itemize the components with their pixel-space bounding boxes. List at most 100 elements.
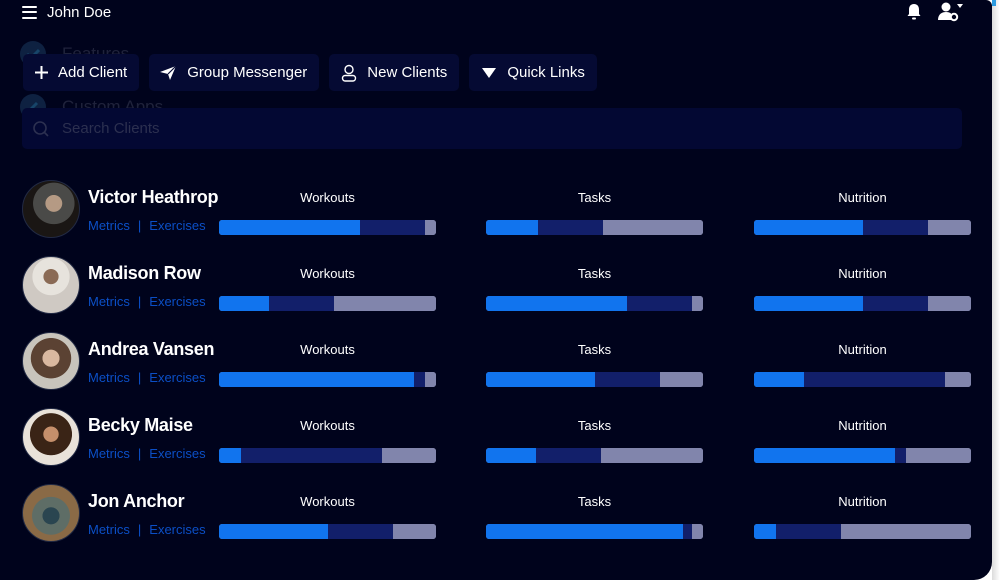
client-name[interactable]: Madison Row	[88, 263, 201, 284]
tasks-in-progress-segment	[683, 524, 693, 539]
nutrition-done-segment	[754, 296, 863, 311]
workouts-remaining-segment	[334, 296, 436, 311]
avatar[interactable]	[22, 408, 80, 466]
workouts-progress-bar	[219, 220, 436, 235]
nutrition-metric: Nutrition	[754, 266, 971, 311]
metrics-link[interactable]: Metrics	[88, 294, 130, 309]
nutrition-remaining-segment	[944, 372, 971, 387]
nutrition-done-segment	[754, 448, 896, 463]
exercises-link[interactable]: Exercises	[149, 218, 205, 233]
send-icon	[160, 65, 177, 80]
bell-icon[interactable]	[906, 3, 922, 21]
tasks-done-segment	[486, 524, 684, 539]
workouts-progress-bar	[219, 524, 436, 539]
group-messenger-button[interactable]: Group Messenger	[149, 54, 320, 91]
nutrition-in-progress-segment	[862, 220, 928, 235]
tasks-label: Tasks	[577, 342, 612, 357]
workouts-label: Workouts	[300, 342, 355, 357]
workouts-progress-bar	[219, 448, 436, 463]
avatar[interactable]	[22, 180, 80, 238]
tasks-in-progress-segment	[538, 220, 604, 235]
tasks-progress-bar	[486, 448, 703, 463]
tasks-metric: Tasks	[486, 342, 703, 387]
client-row: Jon Anchor Metrics | Exercises Workouts Ta…	[22, 482, 972, 558]
metrics-link[interactable]: Metrics	[88, 446, 130, 461]
client-row: Andrea Vansen Metrics | Exercises Workouts…	[22, 330, 972, 406]
quick-links-label: Quick Links	[507, 64, 585, 81]
user-name: John Doe	[47, 3, 112, 21]
tasks-in-progress-segment	[594, 372, 660, 387]
nutrition-done-segment	[754, 524, 776, 539]
tasks-label: Tasks	[577, 494, 612, 509]
tasks-label: Tasks	[577, 418, 612, 433]
nutrition-remaining-segment	[840, 524, 971, 539]
metrics-link[interactable]: Metrics	[88, 522, 130, 537]
add-client-button[interactable]: Add Client	[23, 54, 140, 91]
tasks-remaining-segment	[601, 448, 703, 463]
nutrition-label: Nutrition	[838, 266, 887, 281]
exercises-link[interactable]: Exercises	[149, 294, 205, 309]
avatar[interactable]	[22, 256, 80, 314]
tasks-remaining-segment	[659, 372, 703, 387]
client-row: Becky Maise Metrics | Exercises Workouts T…	[22, 406, 972, 482]
nutrition-progress-bar	[754, 448, 971, 463]
nutrition-label: Nutrition	[838, 190, 887, 205]
metrics-link[interactable]: Metrics	[88, 370, 130, 385]
tasks-progress-bar	[486, 372, 703, 387]
client-name[interactable]: Victor Heathrop	[88, 187, 219, 208]
tasks-done-segment	[486, 448, 536, 463]
link-separator: |	[137, 218, 142, 233]
metrics-link[interactable]: Metrics	[88, 218, 130, 233]
client-links: Metrics | Exercises	[88, 446, 206, 461]
avatar[interactable]	[22, 484, 80, 542]
workouts-metric: Workouts	[219, 494, 436, 539]
exercises-link[interactable]: Exercises	[149, 370, 205, 385]
client-name[interactable]: Andrea Vansen	[88, 339, 214, 360]
workouts-remaining-segment	[381, 448, 436, 463]
client-list: Victor Heathrop Metrics | Exercises Workou…	[22, 178, 972, 558]
workouts-in-progress-segment	[240, 448, 382, 463]
workouts-in-progress-segment	[268, 296, 334, 311]
nutrition-metric: Nutrition	[754, 418, 971, 463]
new-clients-button[interactable]: New Clients	[329, 54, 460, 91]
client-row: Victor Heathrop Metrics | Exercises Workou…	[22, 178, 972, 254]
nutrition-label: Nutrition	[838, 342, 887, 357]
quick-links-button[interactable]: Quick Links	[469, 54, 597, 91]
add-client-label: Add Client	[58, 64, 128, 81]
hamburger-menu-icon[interactable]	[22, 5, 37, 19]
avatar[interactable]	[22, 332, 80, 390]
link-separator: |	[137, 522, 142, 537]
nutrition-remaining-segment	[905, 448, 971, 463]
nutrition-label: Nutrition	[838, 418, 887, 433]
nutrition-progress-bar	[754, 296, 971, 311]
client-links: Metrics | Exercises	[88, 370, 206, 385]
exercises-link[interactable]: Exercises	[149, 446, 205, 461]
nutrition-remaining-segment	[927, 220, 971, 235]
workouts-remaining-segment	[392, 524, 436, 539]
user-settings-icon[interactable]	[938, 2, 964, 22]
workouts-metric: Workouts	[219, 266, 436, 311]
workouts-done-segment	[219, 220, 361, 235]
tasks-done-segment	[486, 220, 539, 235]
client-name[interactable]: Jon Anchor	[88, 491, 185, 512]
tasks-metric: Tasks	[486, 418, 703, 463]
client-name[interactable]: Becky Maise	[88, 415, 193, 436]
top-icons	[906, 2, 964, 22]
plus-icon	[35, 66, 48, 79]
workouts-in-progress-segment	[414, 372, 426, 387]
tasks-label: Tasks	[577, 190, 612, 205]
workouts-metric: Workouts	[219, 418, 436, 463]
action-toolbar: Add Client Group Messenger New Clients Q…	[23, 54, 597, 91]
user-icon	[342, 64, 357, 82]
tasks-metric: Tasks	[486, 190, 703, 235]
tasks-remaining-segment	[692, 296, 703, 311]
workouts-label: Workouts	[300, 494, 355, 509]
workouts-done-segment	[219, 524, 328, 539]
search-input[interactable]	[60, 119, 664, 138]
group-messenger-label: Group Messenger	[187, 64, 308, 81]
workouts-in-progress-segment	[360, 220, 426, 235]
new-clients-label: New Clients	[367, 64, 448, 81]
exercises-link[interactable]: Exercises	[149, 522, 205, 537]
workouts-progress-bar	[219, 372, 436, 387]
nutrition-progress-bar	[754, 524, 971, 539]
